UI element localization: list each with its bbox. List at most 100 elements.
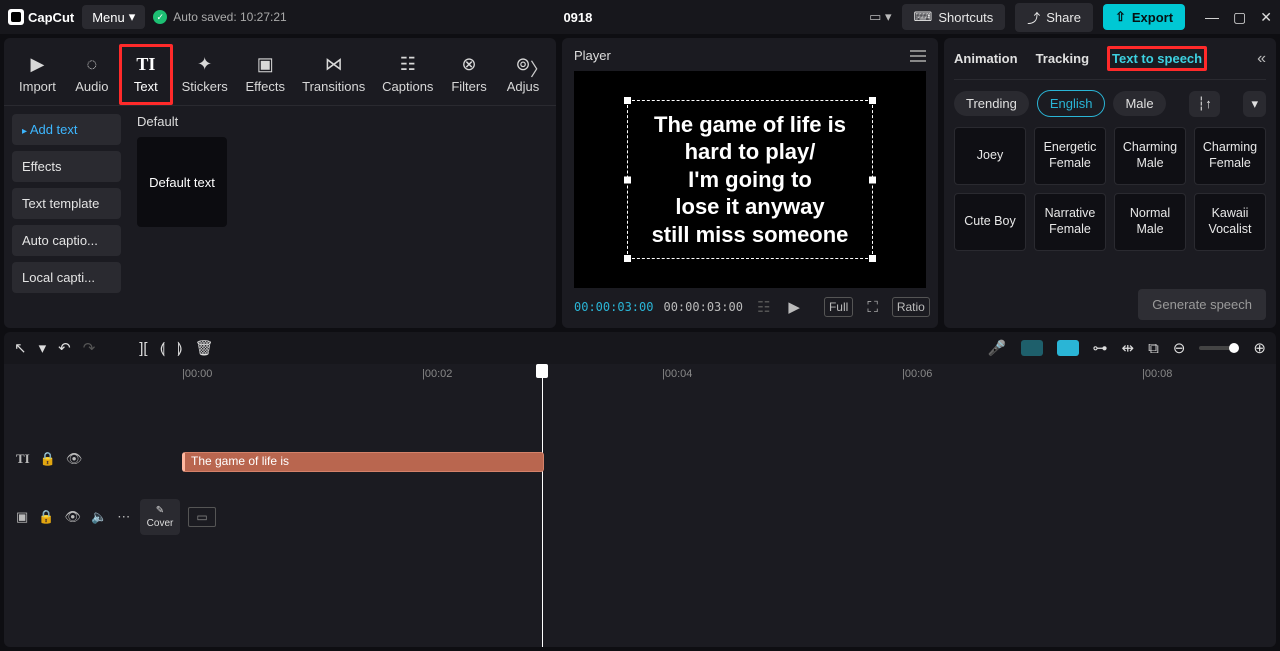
text-line: hard to play/ bbox=[652, 138, 849, 166]
resize-handle[interactable] bbox=[624, 255, 631, 262]
maximize-button[interactable]: ▢ bbox=[1233, 9, 1246, 26]
snap-toggle[interactable] bbox=[1021, 340, 1043, 356]
close-button[interactable]: ✕ bbox=[1260, 9, 1272, 26]
lock-icon[interactable]: 🔒 bbox=[40, 451, 56, 467]
voice-joey[interactable]: Joey bbox=[954, 127, 1026, 185]
align-icon[interactable]: ⇹ bbox=[1122, 339, 1135, 357]
split-tool[interactable]: ]​[ bbox=[139, 340, 147, 357]
app-logo: CapCut bbox=[8, 9, 74, 25]
filter-trending[interactable]: Trending bbox=[954, 91, 1029, 116]
content-section-title: Default bbox=[137, 114, 548, 129]
voice-kawaii-vocalist[interactable]: Kawaii Vocalist bbox=[1194, 193, 1266, 251]
aspect-icon[interactable]: ▭ ▾ bbox=[869, 9, 891, 25]
zoom-in-icon[interactable]: ⊕ bbox=[1253, 339, 1266, 357]
magnet-toggle[interactable] bbox=[1057, 340, 1079, 356]
full-button[interactable]: Full bbox=[824, 297, 853, 317]
ruler-mark: |00:06 bbox=[902, 368, 932, 380]
adjust-icon: ⊚ bbox=[515, 53, 530, 75]
link-icon[interactable]: ⊶ bbox=[1093, 339, 1108, 357]
preview-icon[interactable]: ⧉ bbox=[1148, 340, 1159, 357]
mute-icon[interactable]: 🔈 bbox=[91, 509, 107, 525]
effects-icon: ▣ bbox=[257, 53, 274, 75]
player-text-box[interactable]: The game of life is hard to play/ I'm go… bbox=[627, 100, 874, 260]
filter-male[interactable]: Male bbox=[1113, 91, 1165, 116]
voice-energetic-female[interactable]: Energetic Female bbox=[1034, 127, 1106, 185]
pointer-dropdown[interactable]: ▾ bbox=[39, 339, 47, 357]
filter-english[interactable]: English bbox=[1037, 90, 1106, 117]
sidebar-add-text[interactable]: Add text bbox=[12, 114, 121, 145]
text-clip[interactable]: The game of life is bbox=[182, 452, 544, 472]
menu-button[interactable]: Menu ▾ bbox=[82, 5, 145, 29]
tabs-scroll-right[interactable]: 〉 bbox=[530, 56, 548, 82]
filter-dropdown-icon[interactable]: ▾ bbox=[1243, 91, 1266, 117]
tab-transitions[interactable]: ⋈Transitions bbox=[294, 47, 374, 102]
pointer-tool[interactable]: ↖ bbox=[14, 339, 27, 357]
voice-cute-boy[interactable]: Cute Boy bbox=[954, 193, 1026, 251]
sidebar-text-template[interactable]: Text template bbox=[12, 188, 121, 219]
resize-handle[interactable] bbox=[624, 176, 631, 183]
sidebar-auto-captions[interactable]: Auto captio... bbox=[12, 225, 121, 256]
zoom-out-icon[interactable]: ⊖ bbox=[1173, 339, 1186, 357]
player-canvas[interactable]: The game of life is hard to play/ I'm go… bbox=[574, 71, 926, 288]
cover-button[interactable]: ✎ Cover bbox=[140, 499, 180, 535]
video-placeholder[interactable]: ▭ bbox=[188, 507, 216, 527]
redo-button[interactable]: ↷ bbox=[83, 339, 96, 357]
voice-charming-female[interactable]: Charming Female bbox=[1194, 127, 1266, 185]
lock-icon[interactable]: 🔒 bbox=[38, 509, 54, 525]
sidebar-effects[interactable]: Effects bbox=[12, 151, 121, 182]
play-button[interactable]: ▶ bbox=[784, 296, 804, 318]
titlebar: CapCut Menu ▾ ✓ Auto saved: 10:27:21 091… bbox=[0, 0, 1280, 34]
voice-filters: Trending English Male ┆↑ ▾ bbox=[954, 80, 1266, 127]
text-icon: TI bbox=[136, 53, 155, 75]
sidebar-local-captions[interactable]: Local capti... bbox=[12, 262, 121, 293]
delete-tool[interactable]: 🗑 bbox=[195, 339, 214, 357]
export-label: Export bbox=[1132, 10, 1173, 25]
voice-narrative-female[interactable]: Narrative Female bbox=[1034, 193, 1106, 251]
shortcuts-button[interactable]: ⌨ Shortcuts bbox=[902, 4, 1006, 30]
trim-left-tool[interactable]: ⟬ bbox=[160, 340, 166, 357]
minimize-button[interactable]: — bbox=[1205, 9, 1219, 26]
export-button[interactable]: ⇧ Export bbox=[1103, 4, 1185, 30]
tab-text-to-speech[interactable]: Text to speech bbox=[1107, 46, 1207, 71]
tab-text-label: Text bbox=[134, 79, 158, 94]
tab-captions[interactable]: ☷Captions bbox=[374, 47, 443, 102]
audio-icon: ◌ bbox=[86, 53, 97, 75]
timeline-ruler[interactable]: |00:00 |00:02 |00:04 |00:06 |00:08 bbox=[4, 364, 1276, 388]
visibility-icon[interactable]: 👁 bbox=[66, 451, 83, 467]
collapse-panel-icon[interactable]: « bbox=[1257, 50, 1266, 68]
text-track-icon: TI bbox=[16, 451, 30, 467]
timeline[interactable]: |00:00 |00:02 |00:04 |00:06 |00:08 TI 🔒 … bbox=[4, 364, 1276, 647]
time-current: 00:00:03:00 bbox=[574, 300, 653, 314]
tab-animation[interactable]: Animation bbox=[954, 51, 1018, 66]
share-button[interactable]: ⤴ Share bbox=[1015, 3, 1093, 32]
tab-import[interactable]: ▶Import bbox=[10, 47, 65, 102]
tab-text[interactable]: TI Text bbox=[119, 44, 173, 105]
compare-icon[interactable]: ☷ bbox=[753, 296, 774, 318]
tab-effects[interactable]: ▣Effects bbox=[237, 47, 294, 102]
voice-normal-male[interactable]: Normal Male bbox=[1114, 193, 1186, 251]
player-menu-icon[interactable] bbox=[910, 50, 926, 62]
ratio-button[interactable]: Ratio bbox=[892, 297, 930, 317]
mic-icon[interactable]: 🎤 bbox=[988, 339, 1007, 357]
player-controls: 00:00:03:00 00:00:03:00 ☷ ▶ Full ⛶ Ratio… bbox=[574, 296, 926, 318]
window-controls: — ▢ ✕ bbox=[1205, 9, 1272, 26]
resize-handle[interactable] bbox=[869, 176, 876, 183]
undo-button[interactable]: ↶ bbox=[58, 339, 71, 357]
focus-icon[interactable]: ⛶ bbox=[863, 297, 882, 318]
voice-charming-male[interactable]: Charming Male bbox=[1114, 127, 1186, 185]
generate-speech-button[interactable]: Generate speech bbox=[1138, 289, 1266, 320]
filter-settings-icon[interactable]: ┆↑ bbox=[1189, 91, 1219, 117]
default-text-thumb[interactable]: Default text bbox=[137, 137, 227, 227]
tab-tracking[interactable]: Tracking bbox=[1036, 51, 1089, 66]
resize-handle[interactable] bbox=[869, 97, 876, 104]
zoom-slider[interactable] bbox=[1199, 346, 1239, 350]
tab-stickers[interactable]: ✦Stickers bbox=[173, 47, 237, 102]
resize-handle[interactable] bbox=[869, 255, 876, 262]
trim-right-tool[interactable]: ⟭ bbox=[177, 340, 183, 357]
tab-filters[interactable]: ⊗Filters bbox=[442, 47, 496, 102]
tab-audio[interactable]: ◌Audio bbox=[65, 47, 119, 102]
resize-handle[interactable] bbox=[624, 97, 631, 104]
visibility-icon[interactable]: 👁 bbox=[64, 509, 81, 525]
tab-filters-label: Filters bbox=[451, 79, 486, 94]
more-icon[interactable]: ⋯ bbox=[117, 509, 130, 525]
